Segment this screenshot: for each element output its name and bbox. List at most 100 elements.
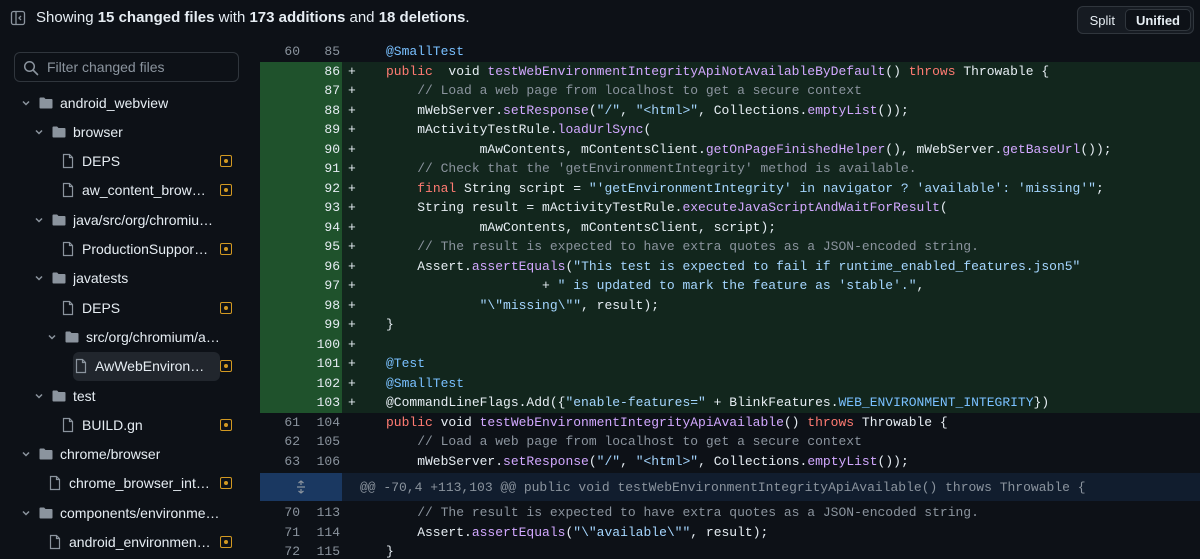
tree-item-label: BUILD.gn [82, 416, 143, 433]
unified-view-button[interactable]: Unified [1124, 9, 1191, 31]
old-line-number[interactable]: 70 [260, 505, 300, 520]
old-line-number[interactable]: 71 [260, 525, 300, 540]
tree-folder[interactable]: test [33, 381, 220, 410]
code-token: // The result is expected to have extra … [417, 239, 979, 255]
old-line-number[interactable]: 62 [260, 434, 300, 449]
diff-line-added: 95 + // The result is expected to have ex… [260, 237, 1200, 257]
code-content: @Test [386, 356, 425, 371]
diff-line-added: 100 + [260, 334, 1200, 354]
code-token: emptyList [807, 102, 878, 118]
new-line-number[interactable]: 98 [300, 298, 340, 313]
chevron-down-icon [33, 390, 45, 402]
new-line-number[interactable]: 86 [300, 64, 340, 79]
tree-folder[interactable]: chrome/browser [20, 440, 220, 469]
new-line-number[interactable]: 104 [300, 415, 340, 430]
code-token: Assert. [386, 524, 472, 540]
tree-folder[interactable]: java/src/org/chromium/an… [33, 205, 220, 234]
diff-add-sign: + [348, 356, 356, 372]
old-line-number[interactable]: 63 [260, 454, 300, 469]
file-icon [60, 300, 76, 316]
tree-file[interactable]: aw_content_browser… [60, 176, 220, 205]
new-line-number[interactable]: 94 [300, 220, 340, 235]
folder-icon [38, 95, 54, 111]
old-line-number[interactable]: 61 [260, 415, 300, 430]
summary-mid-2: and [345, 9, 379, 26]
new-line-number[interactable]: 113 [300, 505, 340, 520]
tree-folder[interactable]: components/environment… [20, 498, 220, 527]
new-line-number[interactable]: 114 [300, 525, 340, 540]
tree-file[interactable]: DEPS [60, 293, 220, 322]
new-line-number[interactable]: 99 [300, 317, 340, 332]
code-token: @CommandLineFlags.Add({ [386, 395, 566, 411]
filter-files-input[interactable] [47, 53, 232, 81]
code-content: // Check that the 'getEnvironmentIntegri… [386, 161, 916, 176]
code-token: assertEquals [471, 524, 566, 540]
tree-folder[interactable]: android_webview [20, 88, 220, 117]
new-line-number[interactable]: 103 [300, 395, 340, 410]
new-line-number[interactable]: 88 [300, 103, 340, 118]
new-line-number[interactable]: 92 [300, 181, 340, 196]
new-line-number[interactable]: 91 [300, 161, 340, 176]
summary-prefix: Showing [36, 9, 98, 26]
new-line-number[interactable]: 90 [300, 142, 340, 157]
new-line-number[interactable]: 97 [300, 278, 340, 293]
code-token: testWebEnvironmentIntegrityApiNotAvailab… [487, 63, 886, 79]
tree-item-label: chrome/browser [60, 446, 161, 463]
code-token: ()); [877, 102, 909, 118]
new-line-number[interactable]: 95 [300, 239, 340, 254]
code-token: mWebServer. [386, 102, 504, 118]
code-token: @SmallTest [386, 44, 465, 60]
new-line-number[interactable]: 89 [300, 122, 340, 137]
diff-add-sign: + [348, 278, 356, 294]
tree-file[interactable]: chrome_browser_inte… [47, 469, 220, 498]
new-line-number[interactable]: 101 [300, 356, 340, 371]
old-line-number[interactable]: 60 [260, 44, 300, 59]
diff-line-added: 96 + Assert.assertEquals("This test is ex… [260, 256, 1200, 276]
code-content: Assert.assertEquals("This test is expect… [386, 259, 1080, 274]
new-line-number[interactable]: 115 [300, 544, 340, 559]
old-line-number[interactable]: 72 [260, 544, 300, 559]
file-icon [60, 182, 76, 198]
code-content: String result = mActivityTestRule.execut… [386, 200, 948, 215]
file-diff-modified-icon [220, 243, 232, 255]
unfold-icon[interactable] [260, 473, 342, 501]
folder-icon [51, 212, 67, 228]
code-token: throws [908, 63, 956, 79]
tree-folder[interactable]: javatests [33, 264, 220, 293]
code-token: + BlinkFeatures. [705, 395, 839, 411]
new-line-number[interactable]: 87 [300, 83, 340, 98]
tree-folder[interactable]: src/org/chromium/andro… [46, 322, 220, 351]
tree-folder[interactable]: browser [33, 117, 220, 146]
tree-file[interactable]: DEPS [60, 147, 220, 176]
new-line-number[interactable]: 105 [300, 434, 340, 449]
new-line-number[interactable]: 96 [300, 259, 340, 274]
filter-files-box [14, 52, 239, 82]
code-content: + " is updated to mark the feature as 's… [386, 278, 924, 293]
new-line-number[interactable]: 106 [300, 454, 340, 469]
split-view-button[interactable]: Split [1080, 9, 1125, 31]
code-content: // Load a web page from localhost to get… [386, 83, 862, 98]
file-diff-modified-icon [220, 301, 232, 314]
tree-item-label: java/src/org/chromium/an… [73, 211, 220, 228]
diff-line-added: 91 + // Check that the 'getEnvironmentInt… [260, 159, 1200, 179]
code-token: (), mWebServer. [885, 141, 1003, 157]
tree-item-label: chrome_browser_inte… [69, 475, 211, 492]
sidebar-collapse-icon[interactable] [9, 9, 27, 27]
tree-file[interactable]: AwWebEnvironmen… [73, 351, 220, 381]
code-token: "<html>" [635, 102, 699, 118]
tree-file[interactable]: BUILD.gn [60, 410, 220, 439]
code-token: getBaseUrl [1002, 141, 1081, 157]
code-content: // Load a web page from localhost to get… [386, 434, 862, 449]
code-token: public [386, 414, 433, 430]
tree-file[interactable]: ProductionSupporte… [60, 235, 220, 264]
new-line-number[interactable]: 100 [300, 337, 340, 352]
new-line-number[interactable]: 85 [300, 44, 340, 59]
new-line-number[interactable]: 93 [300, 200, 340, 215]
code-content: Assert.assertEquals("\"available\"", res… [386, 525, 768, 540]
new-line-number[interactable]: 102 [300, 376, 340, 391]
diff-add-sign: + [348, 239, 356, 255]
diff-view: 60 85 @SmallTest 86 + public void testWebEnvi… [260, 42, 1200, 559]
tree-file[interactable]: android_environment… [47, 528, 220, 557]
code-token: , Collections. [698, 102, 808, 118]
